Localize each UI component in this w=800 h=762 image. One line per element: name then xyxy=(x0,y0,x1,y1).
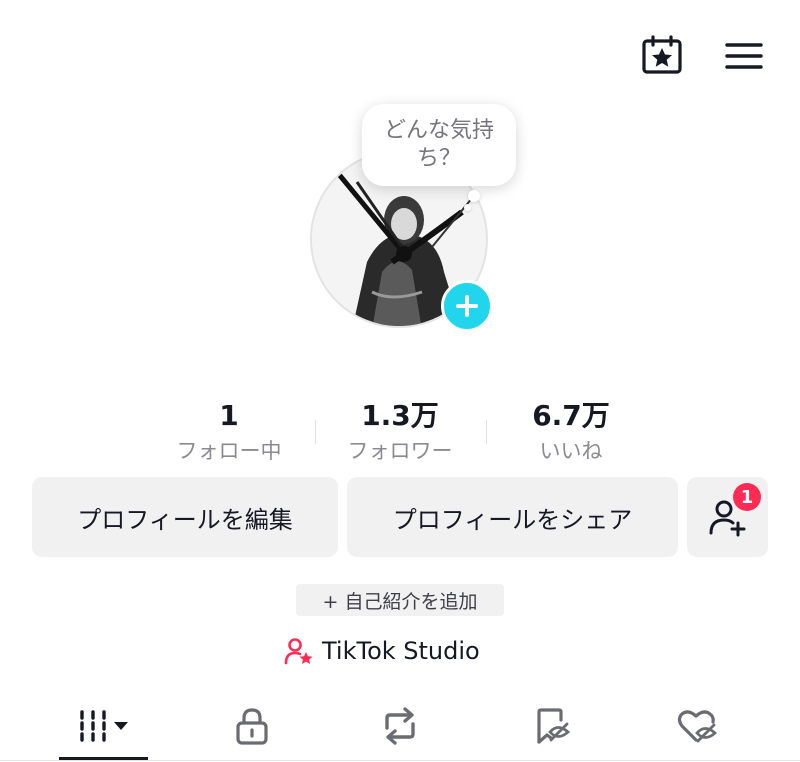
stat-likes-label: いいね xyxy=(539,439,603,463)
lock-icon xyxy=(236,708,268,745)
edit-profile-button[interactable]: プロフィールを編集 xyxy=(32,477,338,557)
tab-favorites[interactable] xyxy=(472,700,632,752)
stat-followers-label: フォロワー xyxy=(347,439,453,463)
stat-followers[interactable]: 1.3万 フォロワー xyxy=(315,398,485,466)
calendar-star-button[interactable] xyxy=(638,34,686,76)
calendar-star-icon xyxy=(642,35,682,74)
tab-bar-divider xyxy=(0,760,800,761)
plus-icon xyxy=(456,295,478,317)
stat-likes[interactable]: 6.7万 いいね xyxy=(486,398,656,466)
mood-bubble[interactable]: どんな気持 ち？ xyxy=(362,104,516,186)
bubble-tail-dot xyxy=(468,190,480,202)
repost-icon xyxy=(385,707,415,745)
bookmark-hidden-icon xyxy=(537,708,571,744)
share-profile-label: プロフィールをシェア xyxy=(392,505,633,534)
add-bio-button[interactable]: + 自己紹介を追加 xyxy=(296,584,504,616)
mood-bubble-line2: ち？ xyxy=(416,146,461,171)
stat-following-value: 1 xyxy=(219,399,239,432)
tiktok-studio-label: TikTok Studio xyxy=(322,637,480,665)
friend-request-badge: 1 xyxy=(733,483,761,511)
stat-following[interactable]: 1 フォロー中 xyxy=(144,398,314,466)
mood-bubble-line1: どんな気持 xyxy=(383,118,494,143)
tiktok-studio-link[interactable]: TikTok Studio xyxy=(284,634,480,668)
share-profile-button[interactable]: プロフィールをシェア xyxy=(347,477,678,557)
edit-profile-label: プロフィールを編集 xyxy=(77,505,293,534)
stat-likes-value: 6.7万 xyxy=(532,399,610,432)
heart-hidden-icon xyxy=(677,710,718,743)
bubble-tail-dot-small xyxy=(464,204,471,211)
add-story-button[interactable] xyxy=(441,280,493,332)
tab-private[interactable] xyxy=(172,700,332,752)
tab-reposts[interactable] xyxy=(320,700,480,752)
tab-videos[interactable] xyxy=(24,700,184,752)
hamburger-menu-icon xyxy=(725,43,763,69)
add-bio-label: + 自己紹介を追加 xyxy=(322,590,478,613)
tab-liked[interactable] xyxy=(618,700,778,752)
studio-person-star-icon xyxy=(284,638,313,665)
grid-bars-icon xyxy=(80,710,128,742)
stat-followers-value: 1.3万 xyxy=(361,399,439,432)
menu-button[interactable] xyxy=(720,36,768,76)
stat-following-label: フォロー中 xyxy=(176,439,282,463)
